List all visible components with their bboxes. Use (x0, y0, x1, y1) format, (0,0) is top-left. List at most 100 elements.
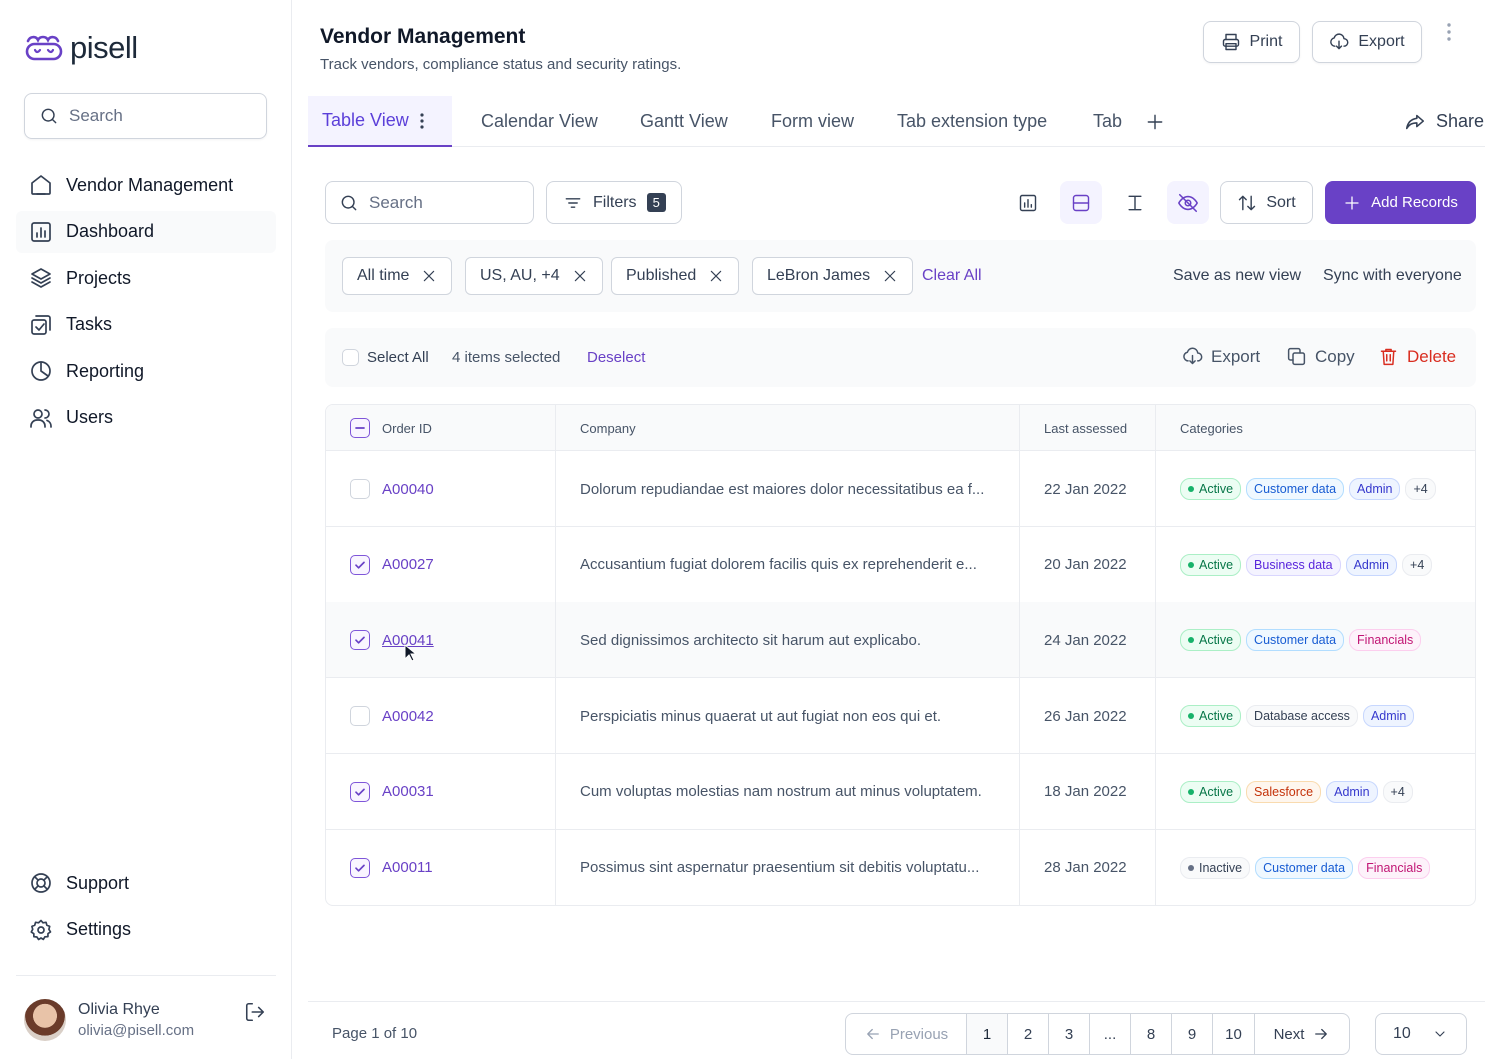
logout-button[interactable] (244, 1001, 266, 1023)
row-checkbox-cell (350, 830, 370, 906)
sidebar-item-support[interactable]: Support (16, 862, 276, 904)
logo[interactable]: pisell (24, 30, 138, 66)
order-id-link[interactable]: A00027 (382, 556, 434, 573)
sort-button[interactable]: Sort (1220, 181, 1313, 224)
rows-per-page-select[interactable]: 10 (1375, 1013, 1467, 1055)
category-tag-label: Financials (1366, 860, 1423, 875)
row-height-button[interactable] (1060, 181, 1102, 224)
tab-tab[interactable]: Tab (1093, 96, 1122, 147)
table-row[interactable]: A00011 Possimus sint aspernatur praesent… (326, 830, 1475, 906)
add-records-button[interactable]: Add Records (1325, 181, 1476, 224)
tab-extension-type[interactable]: Tab extension type (897, 96, 1047, 147)
table-row[interactable]: A00042 Perspiciatis minus quaerat ut aut… (326, 678, 1475, 755)
sidebar-search-input[interactable]: Search (24, 93, 267, 139)
page-button[interactable]: 1 (967, 1014, 1008, 1054)
category-tag: Admin (1349, 478, 1401, 500)
clear-all-link[interactable]: Clear All (922, 267, 982, 285)
row-checkbox[interactable] (350, 554, 370, 575)
header-indeterminate-checkbox[interactable] (350, 418, 370, 438)
close-icon[interactable] (421, 268, 437, 284)
table-row[interactable]: A00027 Accusantium fugiat dolorem facili… (326, 527, 1475, 603)
category-tag-label: Customer data (1263, 860, 1346, 875)
add-tab-button[interactable] (1145, 96, 1165, 147)
chart-view-button[interactable] (1007, 181, 1049, 224)
tab-gantt-view[interactable]: Gantt View (640, 96, 728, 147)
filter-chip[interactable]: Published (611, 257, 740, 295)
filter-chip-label: US, AU, +4 (480, 267, 560, 284)
column-header-order-id[interactable]: Order ID (382, 405, 432, 451)
select-all-checkbox[interactable] (342, 349, 359, 366)
more-options-button[interactable] (1440, 22, 1458, 42)
bulk-copy-button[interactable]: Copy (1286, 346, 1355, 367)
table-row[interactable]: A00031 Cum voluptas molestias nam nostru… (326, 754, 1475, 830)
tab-table-view[interactable]: Table View (308, 96, 452, 147)
category-tag: Database access (1246, 705, 1358, 728)
next-label: Next (1273, 1025, 1305, 1043)
order-id-link[interactable]: A00011 (382, 859, 433, 876)
column-header-company[interactable]: Company (580, 405, 636, 451)
page-button[interactable]: 8 (1131, 1014, 1172, 1054)
row-checkbox[interactable] (350, 706, 370, 727)
add-records-label: Add Records (1371, 194, 1458, 211)
filters-button[interactable]: Filters 5 (546, 181, 682, 224)
bulk-export-button[interactable]: Export (1182, 346, 1260, 367)
last-assessed-cell: 18 Jan 2022 (1044, 783, 1127, 801)
print-button[interactable]: Print (1203, 21, 1300, 63)
page-button[interactable]: 2 (1008, 1014, 1049, 1054)
page-button[interactable]: 9 (1172, 1014, 1213, 1054)
save-view-link[interactable]: Save as new view (1173, 267, 1301, 285)
close-icon[interactable] (572, 268, 588, 284)
hide-fields-button[interactable] (1167, 181, 1209, 224)
sidebar-item-label: Vendor Management (66, 174, 234, 195)
row-checkbox[interactable] (350, 857, 370, 878)
table-row[interactable]: A00041 Sed dignissimos architecto sit ha… (326, 602, 1475, 679)
sidebar-item-tasks[interactable]: Tasks (16, 304, 276, 346)
page-button[interactable]: 3 (1049, 1014, 1090, 1054)
deselect-link[interactable]: Deselect (587, 349, 645, 366)
tab-form-view[interactable]: Form view (771, 96, 854, 147)
search-icon (341, 195, 357, 210)
page-button[interactable]: 10 (1213, 1014, 1255, 1054)
column-header-categories[interactable]: Categories (1180, 405, 1243, 451)
category-tag-label: Salesforce (1254, 784, 1314, 799)
row-checkbox[interactable] (350, 630, 370, 651)
next-page-button[interactable]: Next (1255, 1014, 1349, 1054)
status-dot (1188, 486, 1194, 492)
sidebar-item-dashboard[interactable]: Dashboard (16, 210, 276, 253)
sidebar-item-settings[interactable]: Settings (16, 909, 276, 951)
sidebar-item-projects[interactable]: Projects (16, 257, 276, 299)
category-tag: +4 (1382, 780, 1413, 803)
sidebar-item-users[interactable]: Users (16, 397, 276, 439)
sidebar-item-vendor-management[interactable]: Vendor Management (16, 164, 276, 206)
order-id-link[interactable]: A00042 (382, 708, 434, 725)
column-divider (555, 405, 556, 905)
row-checkbox[interactable] (350, 781, 370, 802)
previous-page-button[interactable]: Previous (846, 1014, 967, 1054)
close-icon[interactable] (882, 268, 898, 284)
text-height-button[interactable] (1114, 181, 1156, 224)
categories-cell: Active Customer data Admin +4 (1180, 451, 1441, 527)
table-row[interactable]: A00040 Dolorum repudiandae est maiores d… (326, 451, 1475, 527)
row-checkbox[interactable] (350, 479, 370, 499)
filter-chip[interactable]: LeBron James (752, 257, 914, 295)
tab-calendar-view[interactable]: Calendar View (481, 96, 598, 147)
user-profile[interactable]: Olivia Rhye olivia@pisell.com (24, 998, 270, 1042)
categories-cell: Inactive Customer data Financials (1180, 830, 1435, 906)
filter-chip[interactable]: All time (342, 257, 453, 295)
avatar (24, 999, 66, 1041)
filter-chip-label: Published (626, 267, 697, 284)
sync-link[interactable]: Sync with everyone (1323, 267, 1462, 285)
header-export-button[interactable]: Export (1312, 21, 1422, 63)
order-id-link[interactable]: A00031 (382, 783, 434, 800)
share-button[interactable]: Share (1404, 96, 1484, 147)
order-id-link[interactable]: A00040 (382, 481, 434, 498)
tab-menu-icon[interactable] (419, 112, 425, 130)
company-cell: Accusantium fugiat dolorem facilis quis … (580, 556, 977, 574)
switch-vertical-icon (1239, 195, 1256, 210)
filter-chip[interactable]: US, AU, +4 (465, 257, 603, 295)
close-icon[interactable] (708, 268, 724, 284)
table-search-input[interactable]: Search (325, 181, 534, 224)
bulk-delete-button[interactable]: Delete (1378, 346, 1456, 367)
column-header-last-assessed[interactable]: Last assessed (1044, 405, 1127, 451)
sidebar-item-reporting[interactable]: Reporting (16, 350, 276, 392)
